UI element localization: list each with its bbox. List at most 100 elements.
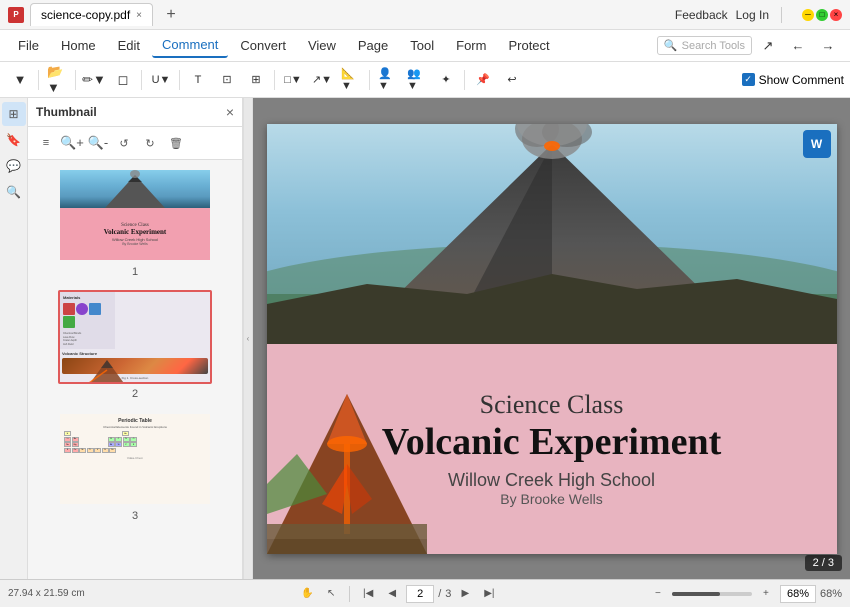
tab-title: science-copy.pdf (41, 8, 130, 22)
menu-page[interactable]: Page (348, 34, 398, 57)
reply-tool[interactable]: ↩ (498, 66, 526, 94)
tab-close-button[interactable]: × (136, 10, 142, 21)
zoom-slider-fill (672, 592, 720, 596)
toolbar-sep-4 (179, 70, 180, 90)
open-tool[interactable]: 📂▼ (43, 66, 71, 94)
menu-convert[interactable]: Convert (230, 34, 296, 57)
feedback-link[interactable]: Feedback (675, 8, 728, 22)
search-tools-placeholder: Search Tools (682, 40, 745, 52)
thumbnail-page-3[interactable]: Periodic Table Chemical Elements Found i… (36, 412, 234, 522)
thumbnail-panel: Thumbnail × ≡ 🔍+ 🔍- ↺ ↻ 🗑 (28, 98, 243, 579)
zoom-out-btn[interactable]: − (648, 584, 668, 604)
pdf-tab[interactable]: science-copy.pdf × (30, 3, 153, 26)
minimize-button[interactable]: ─ (802, 9, 814, 21)
zoom-input[interactable] (780, 585, 816, 603)
zoom-in-btn[interactable]: + (756, 584, 776, 604)
select-mode-btn[interactable]: ↖ (321, 584, 341, 604)
page-total: 3 (445, 588, 451, 600)
eraser-tool[interactable]: ◻ (109, 66, 137, 94)
stamp-tool[interactable]: 👤▼ (374, 66, 402, 94)
page-indicator: 2 / 3 (805, 555, 842, 571)
external-link-button[interactable]: ↗ (754, 32, 782, 60)
pdf-author: By Brooke Wells (382, 491, 722, 507)
sidebar-thumbnail-icon[interactable]: ⊞ (2, 102, 26, 126)
panel-collapse-handle[interactable]: ‹ (243, 98, 253, 579)
menu-edit[interactable]: Edit (108, 34, 150, 57)
thumbnail-toolbar: ≡ 🔍+ 🔍- ↺ ↻ 🗑 (28, 127, 242, 160)
search-tools-box[interactable]: 🔍 Search Tools (657, 36, 752, 55)
menu-protect[interactable]: Protect (498, 34, 559, 57)
arrow-tool[interactable]: ↗▼ (308, 66, 336, 94)
shape-tool[interactable]: □▼ (279, 66, 307, 94)
volcano-svg (267, 124, 837, 344)
attach-tool[interactable]: 👥▼ (403, 66, 431, 94)
menu-bar: File Home Edit Comment Convert View Page… (0, 30, 850, 62)
last-page-btn[interactable]: ▶| (479, 584, 499, 604)
pdf-school: Willow Creek High School (382, 470, 722, 491)
pen-tool[interactable]: ✏▼ (80, 66, 108, 94)
pdf-page: W (267, 124, 837, 554)
thumb-rotate-left-btn[interactable]: ↺ (112, 131, 136, 155)
thumb-menu-btn[interactable]: ≡ (34, 131, 58, 155)
page-number-input[interactable] (406, 585, 434, 603)
forward-button[interactable]: → (814, 32, 842, 60)
menu-view[interactable]: View (298, 34, 346, 57)
main-content: ⊞ 🔖 💬 🔍 Thumbnail × ≡ 🔍+ 🔍- ↺ ↻ 🗑 (0, 98, 850, 579)
menu-file[interactable]: File (8, 34, 49, 57)
thumb-rotate-right-btn[interactable]: ↻ (138, 131, 162, 155)
thumbnail-page-1[interactable]: Science Class Volcanic Experiment Willow… (36, 168, 234, 278)
thumb-label-2: 2 (132, 388, 138, 400)
search-icon: 🔍 (664, 39, 678, 52)
app-icon: P (8, 7, 24, 23)
select-tool[interactable]: ▼ (6, 66, 34, 94)
zoom-percent-label: 68% (820, 588, 842, 600)
zoom-slider[interactable] (672, 592, 752, 596)
menu-form[interactable]: Form (446, 34, 496, 57)
login-link[interactable]: Log In (736, 8, 769, 22)
thumbnail-list: Science Class Volcanic Experiment Willow… (28, 160, 242, 579)
show-comment-checkbox[interactable]: ✓ (742, 73, 755, 86)
menu-comment[interactable]: Comment (152, 33, 228, 58)
show-comment-area: ✓ Show Comment (742, 73, 844, 87)
underline-tool[interactable]: U▼ (147, 66, 175, 94)
menu-tool[interactable]: Tool (400, 34, 444, 57)
thumb-img-1: Science Class Volcanic Experiment Willow… (58, 168, 212, 262)
thumb-zoom-in-btn[interactable]: 🔍+ (60, 131, 84, 155)
maximize-button[interactable]: □ (816, 9, 828, 21)
pdf-viewer: W (253, 98, 850, 579)
pdf-text-block: Science Class Volcanic Experiment Willow… (382, 390, 722, 507)
pin-tool[interactable]: 📌 (469, 66, 497, 94)
sidebar-bookmark-icon[interactable]: 🔖 (2, 128, 26, 152)
close-button[interactable]: × (830, 9, 842, 21)
first-page-btn[interactable]: |◀ (358, 584, 378, 604)
window-separator (781, 7, 782, 23)
toolbar-sep-6 (369, 70, 370, 90)
sidebar-search-icon[interactable]: 🔍 (2, 180, 26, 204)
thumb-img-2: Materials Chemical BondsLava FlowCrater … (58, 290, 212, 384)
thumb-delete-btn[interactable]: 🗑 (164, 131, 188, 155)
back-button[interactable]: ← (784, 32, 812, 60)
comment-toolbar: ▼ 📂▼ ✏▼ ◻ U▼ T ⊡ ⊞ □▼ ↗▼ 📐▼ 👤▼ 👥▼ ✦ 📌 ↩ … (0, 62, 850, 98)
prev-page-btn[interactable]: ◀ (382, 584, 402, 604)
text-tool[interactable]: T (184, 66, 212, 94)
thumbnail-page-2[interactable]: Materials Chemical BondsLava FlowCrater … (36, 290, 234, 400)
menu-home[interactable]: Home (51, 34, 106, 57)
toolbar-sep-2 (75, 70, 76, 90)
callout-tool[interactable]: ⊞ (242, 66, 270, 94)
sidebar-comment-icon[interactable]: 💬 (2, 154, 26, 178)
thumbnail-close-button[interactable]: × (226, 104, 234, 120)
thumb-label-3: 3 (132, 510, 138, 522)
thumb-zoom-out-btn[interactable]: 🔍- (86, 131, 110, 155)
thumb-label-1: 1 (132, 266, 138, 278)
text-box-tool[interactable]: ⊡ (213, 66, 241, 94)
highlight-tool[interactable]: ✦ (432, 66, 460, 94)
title-bar-left: P science-copy.pdf × + (8, 3, 675, 27)
tab-add-button[interactable]: + (159, 3, 183, 27)
toolbar-sep-1 (38, 70, 39, 90)
next-page-btn[interactable]: ▶ (455, 584, 475, 604)
page-separator: / (438, 588, 441, 600)
hand-tool-btn[interactable]: ✋ (297, 584, 317, 604)
bottom-right-zoom: − + 68% (648, 584, 842, 604)
nav-sep (349, 586, 350, 602)
measure-tool[interactable]: 📐▼ (337, 66, 365, 94)
